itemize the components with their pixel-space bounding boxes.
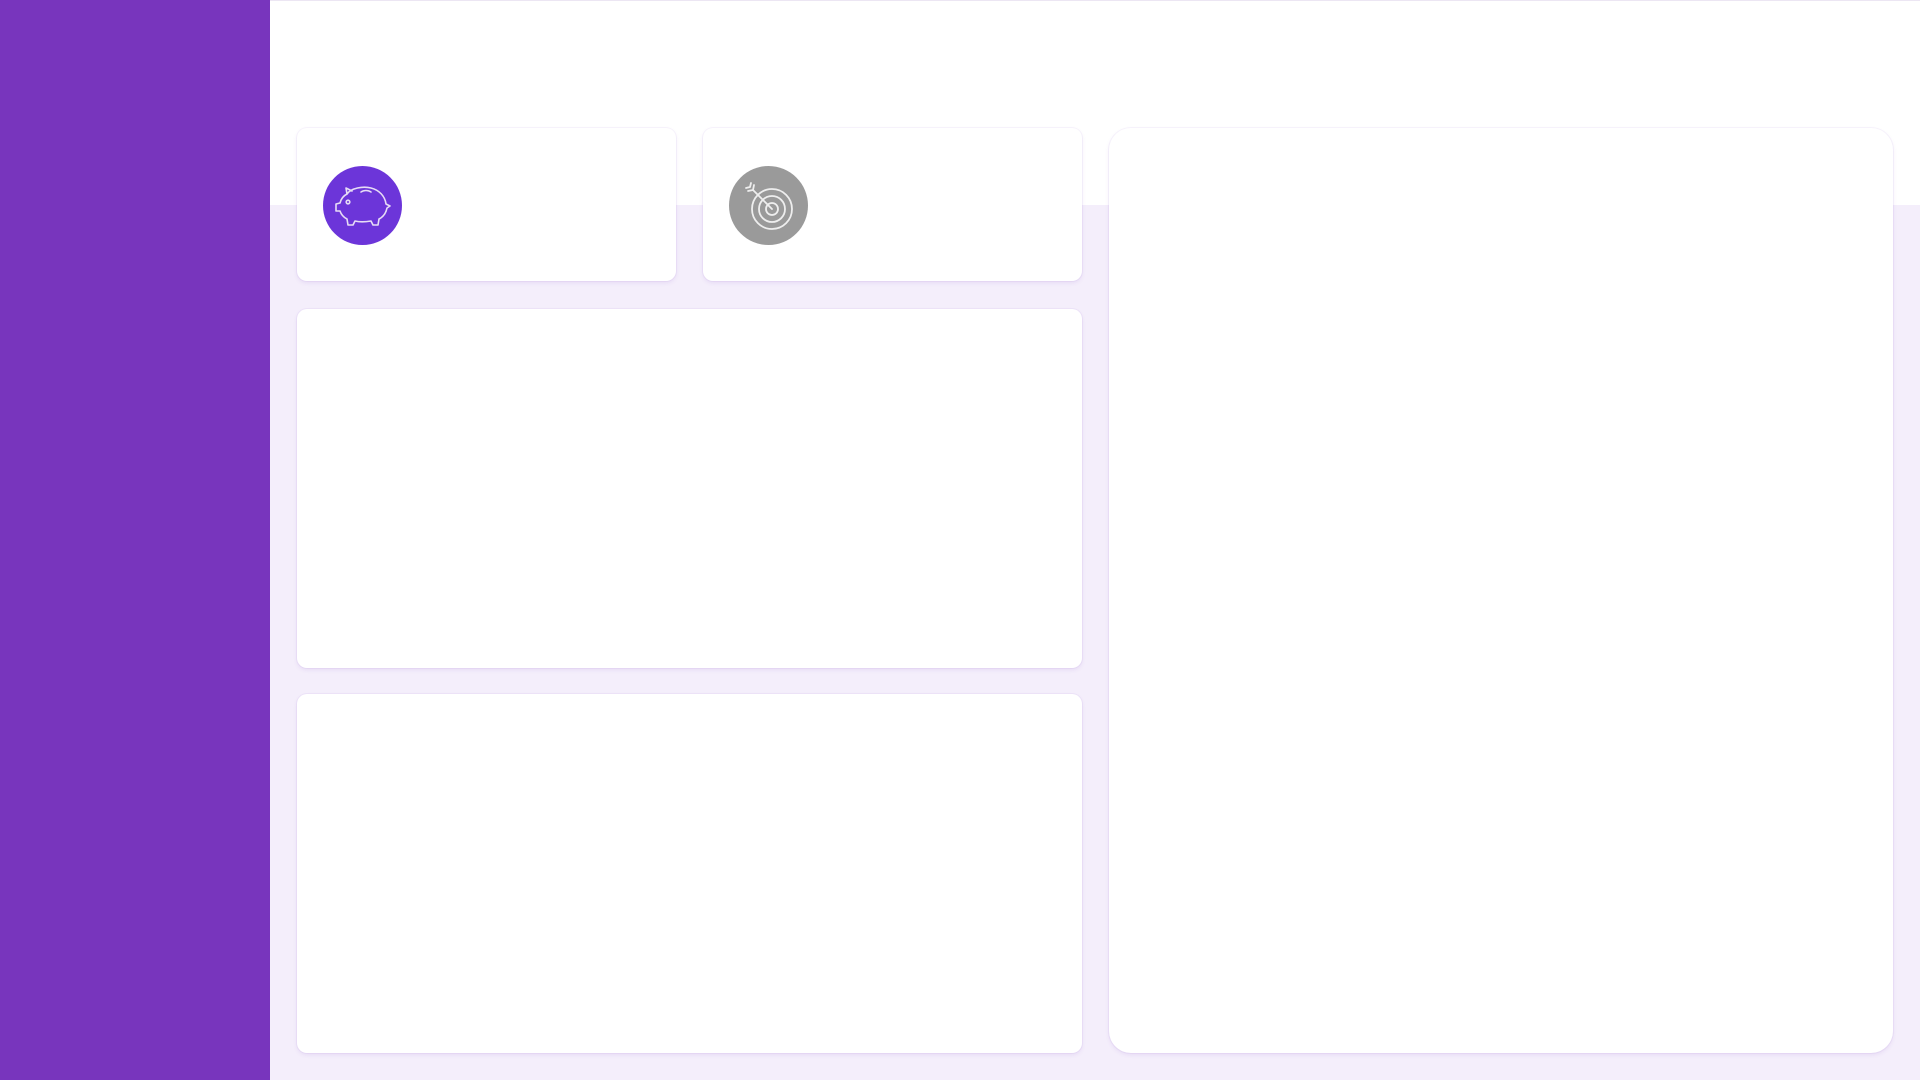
sidebar — [0, 0, 270, 1080]
target-icon — [744, 181, 793, 230]
goal-card — [703, 128, 1082, 281]
right-panel — [1109, 128, 1893, 1053]
goal-icon-badge — [729, 166, 808, 245]
piggy-bank-icon — [334, 185, 391, 226]
savings-icon-badge — [323, 166, 402, 245]
bottom-panel — [297, 694, 1082, 1053]
savings-card — [297, 128, 676, 281]
middle-panel — [297, 309, 1082, 668]
